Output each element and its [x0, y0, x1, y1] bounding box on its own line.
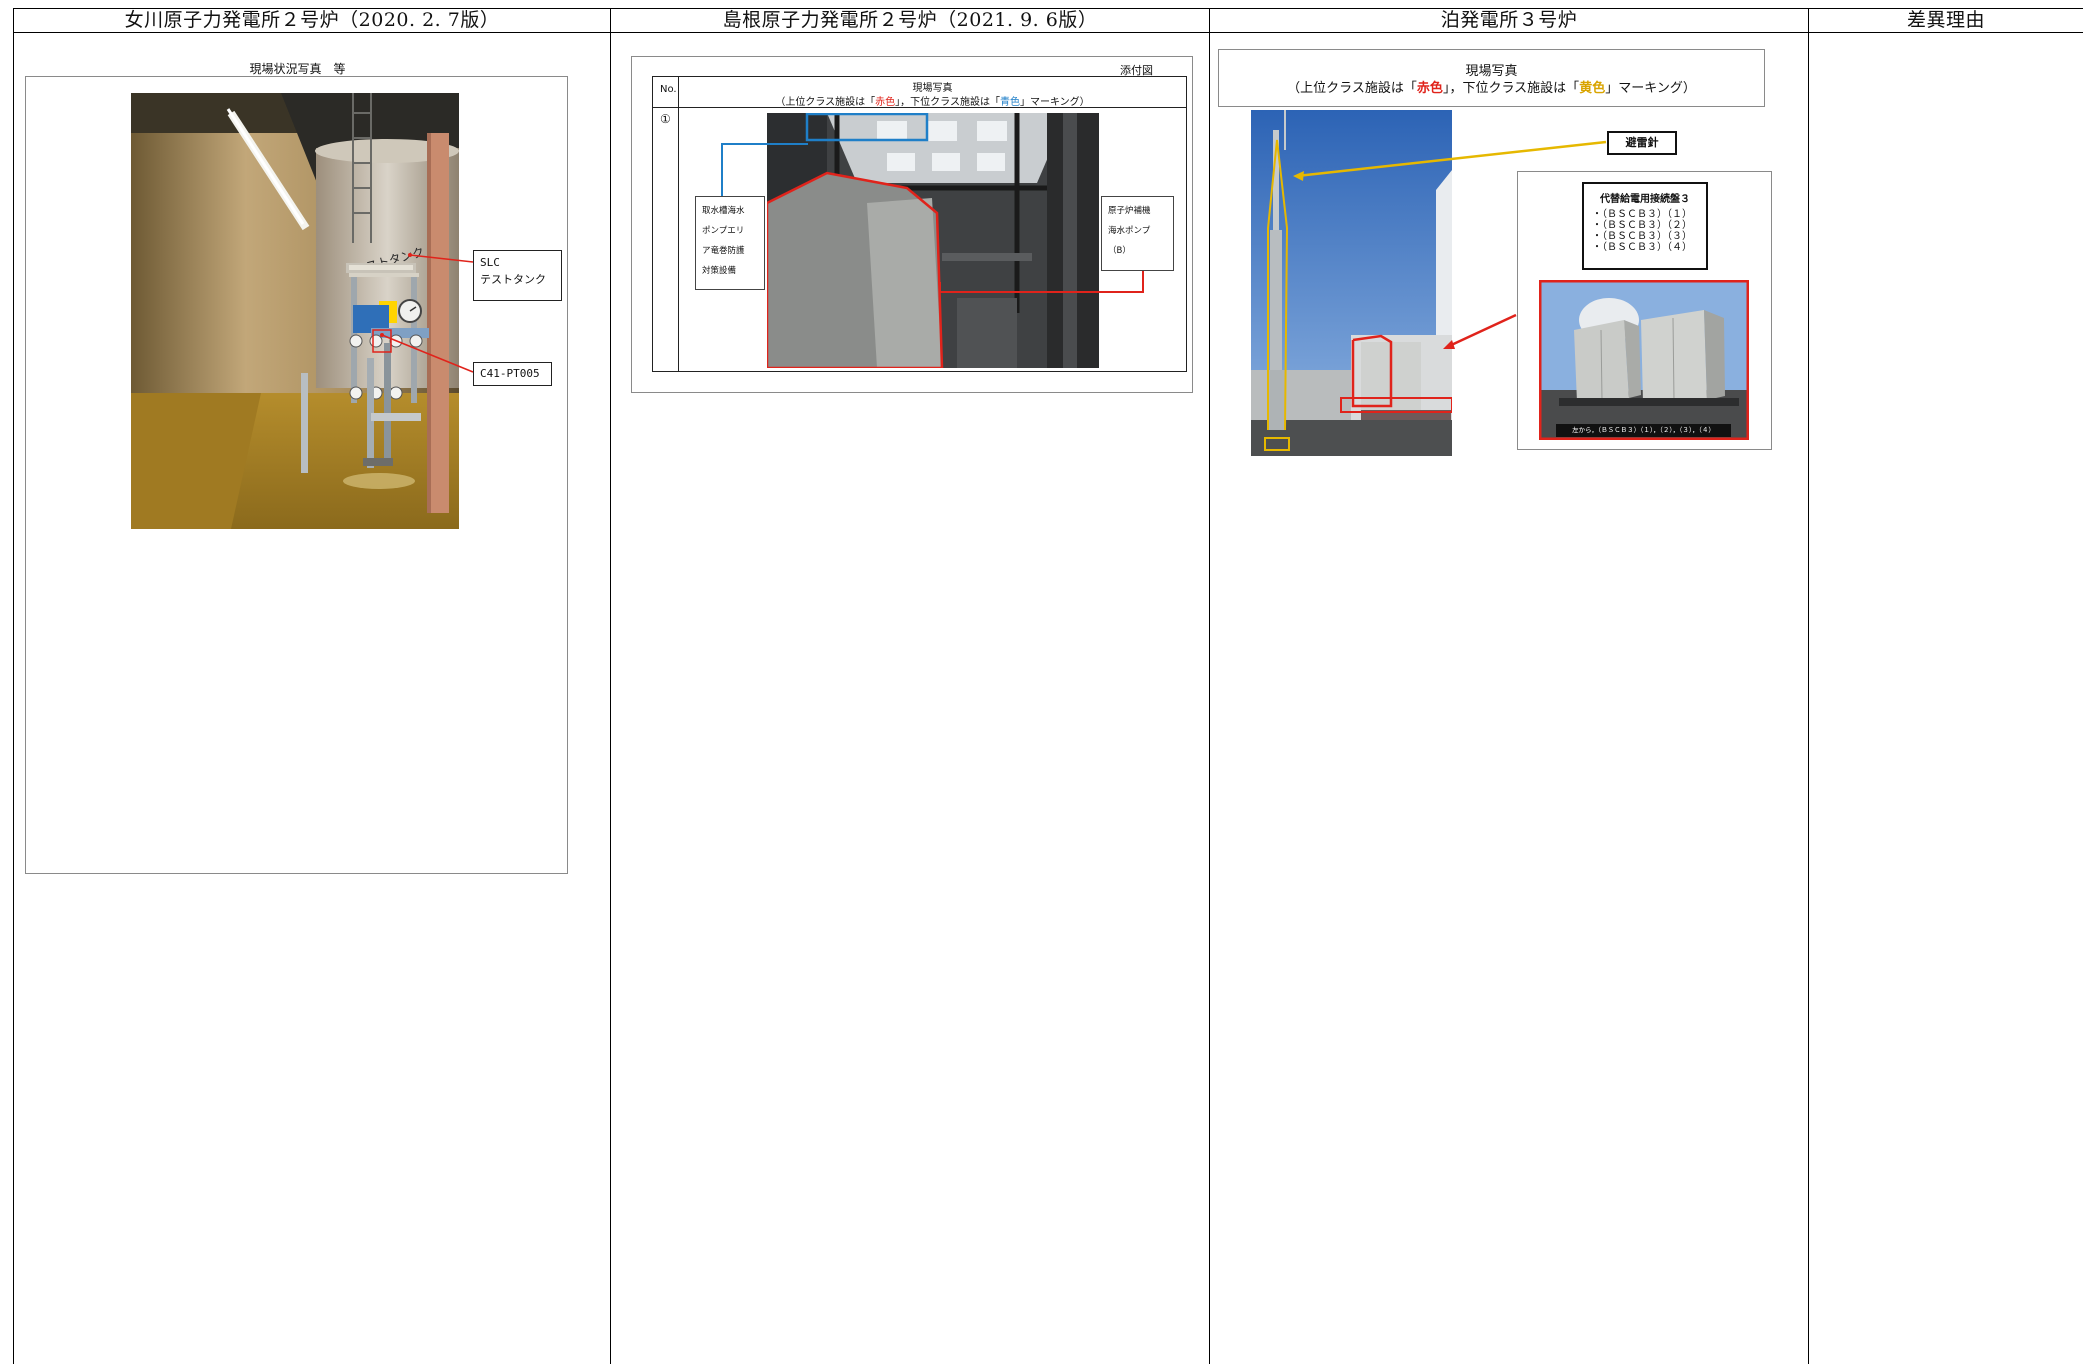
- tomari-panel-inset-photo: [1539, 280, 1749, 440]
- panel-title: 代替給電用接続盤３: [1600, 194, 1690, 205]
- panel-item: ・（ＢＳＣＢ３）（３）: [1592, 231, 1692, 242]
- tomari-connection-panel-list: 代替給電用接続盤３ ・（ＢＳＣＢ３）（１） ・（ＢＳＣＢ３）（２） ・（ＢＳＣＢ…: [1582, 182, 1708, 270]
- tomari-lightning-rod-label: 避雷針: [1607, 131, 1677, 155]
- panel-item: ・（ＢＳＣＢ３）（１）: [1592, 209, 1692, 220]
- tomari-inset-caption: 左から，（ＢＳＣＢ３）（１），（２），（３），（４）: [1556, 424, 1731, 437]
- panel-item: ・（ＢＳＣＢ３）（４）: [1592, 242, 1692, 253]
- panel-item: ・（ＢＳＣＢ３）（２）: [1592, 220, 1692, 231]
- comparison-sheet: 女川原子力発電所２号炉（2020. 2. 7版） 島根原子力発電所２号炉（202…: [0, 0, 2083, 1364]
